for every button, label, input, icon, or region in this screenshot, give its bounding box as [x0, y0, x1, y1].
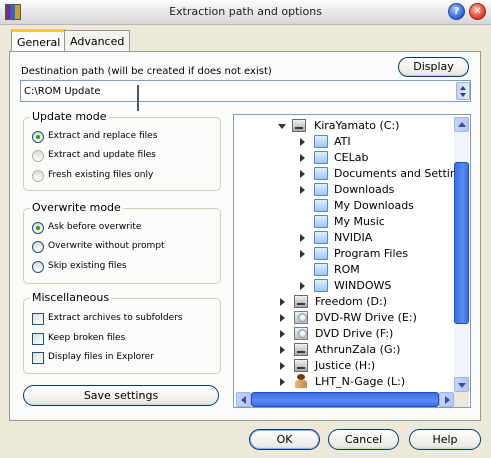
- option-extract-and-replace[interactable]: Extract and replace files: [48, 131, 157, 141]
- destination-path-label: Destination path (will be created if doe…: [21, 66, 272, 77]
- expand-icon[interactable]: [300, 170, 305, 178]
- tree-item-label: Justice (H:): [315, 359, 376, 372]
- destination-path-input[interactable]: [24, 83, 444, 99]
- checkbox-keep-broken-files[interactable]: [32, 333, 44, 345]
- question-icon: ?: [453, 6, 460, 17]
- folder-icon: [314, 247, 328, 260]
- scroll-down-arrow-icon[interactable]: [454, 377, 469, 392]
- vertical-scroll-thumb[interactable]: [454, 162, 469, 324]
- help-button[interactable]: Help: [409, 429, 481, 450]
- scroll-left-arrow-icon[interactable]: [236, 392, 251, 407]
- tree-item-label: KiraYamato (C:): [314, 119, 400, 132]
- tree-item-label: AthrunZala (G:): [315, 343, 401, 356]
- hard-drive-icon: [294, 343, 308, 356]
- expand-icon[interactable]: [300, 282, 305, 290]
- tree-item-label: Documents and Settings: [334, 167, 470, 180]
- radio-skip-existing[interactable]: [32, 261, 44, 273]
- radio-extract-and-replace[interactable]: [32, 131, 44, 143]
- display-button[interactable]: Display: [398, 57, 469, 77]
- folder-icon: [314, 151, 328, 164]
- folder-icon: [314, 215, 328, 228]
- miscellaneous-title: Miscellaneous: [30, 291, 112, 304]
- help-title-button[interactable]: ?: [448, 3, 465, 20]
- window-title: Extraction path and options: [169, 5, 322, 18]
- expand-icon[interactable]: [280, 314, 285, 322]
- tab-advanced[interactable]: Advanced: [64, 30, 131, 51]
- tree-item-label: WINDOWS: [334, 279, 392, 292]
- expand-icon[interactable]: [280, 330, 285, 338]
- tree-item-label: NVIDIA: [334, 231, 373, 244]
- expand-icon[interactable]: [280, 378, 285, 386]
- hard-drive-icon: [294, 359, 308, 372]
- radio-ask-before-overwrite[interactable]: [32, 222, 44, 234]
- cd-drive-icon: [294, 327, 308, 340]
- close-icon: ✕: [473, 6, 482, 17]
- expand-icon[interactable]: [280, 362, 285, 370]
- cd-drive-icon: [294, 311, 308, 324]
- expand-icon[interactable]: [280, 298, 285, 306]
- option-keep-broken-files[interactable]: Keep broken files: [48, 333, 125, 343]
- destination-path-combobox[interactable]: [20, 80, 471, 102]
- tab-general[interactable]: General: [11, 29, 67, 52]
- scroll-right-arrow-icon[interactable]: [439, 392, 454, 407]
- expand-icon[interactable]: [300, 138, 305, 146]
- folder-icon: [314, 263, 328, 276]
- tree-item-label: Downloads: [334, 183, 395, 196]
- text-cursor-icon: [137, 85, 139, 111]
- tree-item-label: ATI: [334, 135, 351, 148]
- radio-overwrite-without-prompt[interactable]: [32, 241, 44, 253]
- collapse-icon[interactable]: [278, 124, 286, 129]
- folder-icon: [314, 135, 328, 148]
- title-bar: Extraction path and options ? ✕: [0, 0, 491, 25]
- folder-tree[interactable]: KiraYamato (C:) ATI CELab Documents and …: [233, 114, 471, 408]
- option-display-in-explorer[interactable]: Display files in Explorer: [48, 352, 154, 362]
- overwrite-mode-title: Overwrite mode: [30, 201, 123, 214]
- tree-item-label: LHT_N-Gage (L:): [315, 375, 406, 388]
- expand-icon[interactable]: [300, 250, 305, 258]
- tree-item-label: Freedom (D:): [315, 295, 388, 308]
- tree-item-label: ROM: [334, 263, 360, 276]
- checkbox-extract-to-subfolders[interactable]: [32, 313, 44, 325]
- folder-icon: [314, 167, 328, 180]
- tree-item-label: My Music: [334, 215, 385, 228]
- horizontal-scroll-thumb[interactable]: [251, 392, 439, 407]
- tree-item-label: CELab: [334, 151, 369, 164]
- tree-item-label: Program Files: [334, 247, 409, 260]
- folder-icon: [314, 183, 328, 196]
- folder-icon: [314, 231, 328, 244]
- radio-extract-and-update[interactable]: [32, 150, 44, 162]
- folder-icon: [314, 279, 328, 292]
- expand-icon[interactable]: [300, 154, 305, 162]
- checkbox-display-in-explorer[interactable]: [32, 352, 44, 364]
- close-button[interactable]: ✕: [469, 3, 486, 20]
- tree-item-label: My Downloads: [334, 199, 414, 212]
- expand-icon[interactable]: [300, 186, 305, 194]
- tree-vertical-scrollbar[interactable]: [454, 117, 469, 392]
- tree-item-label: DVD-RW Drive (E:): [315, 311, 417, 324]
- option-extract-and-update[interactable]: Extract and update files: [48, 150, 156, 160]
- phone-drive-icon: [294, 374, 308, 388]
- option-skip-existing[interactable]: Skip existing files: [48, 261, 127, 271]
- option-fresh-existing[interactable]: Fresh existing files only: [48, 170, 153, 180]
- hard-drive-icon: [292, 119, 306, 132]
- option-extract-to-subfolders[interactable]: Extract archives to subfolders: [48, 313, 183, 323]
- folder-icon: [314, 199, 328, 212]
- tree-item-label: DVD Drive (F:): [315, 327, 394, 340]
- ok-button[interactable]: OK: [249, 429, 320, 450]
- tree-horizontal-scrollbar[interactable]: [236, 392, 454, 407]
- scroll-up-arrow-icon[interactable]: [454, 117, 469, 132]
- option-overwrite-without-prompt[interactable]: Overwrite without prompt: [48, 241, 165, 251]
- update-mode-title: Update mode: [30, 110, 109, 123]
- save-settings-button[interactable]: Save settings: [23, 385, 219, 406]
- cancel-button[interactable]: Cancel: [328, 429, 399, 450]
- hard-drive-icon: [294, 295, 308, 308]
- expand-icon[interactable]: [300, 234, 305, 242]
- scrollbar-corner: [454, 392, 469, 407]
- option-ask-before-overwrite[interactable]: Ask before overwrite: [48, 222, 141, 232]
- radio-fresh-existing[interactable]: [32, 170, 44, 182]
- expand-icon[interactable]: [280, 346, 285, 354]
- dropdown-arrow-icon[interactable]: [456, 82, 470, 100]
